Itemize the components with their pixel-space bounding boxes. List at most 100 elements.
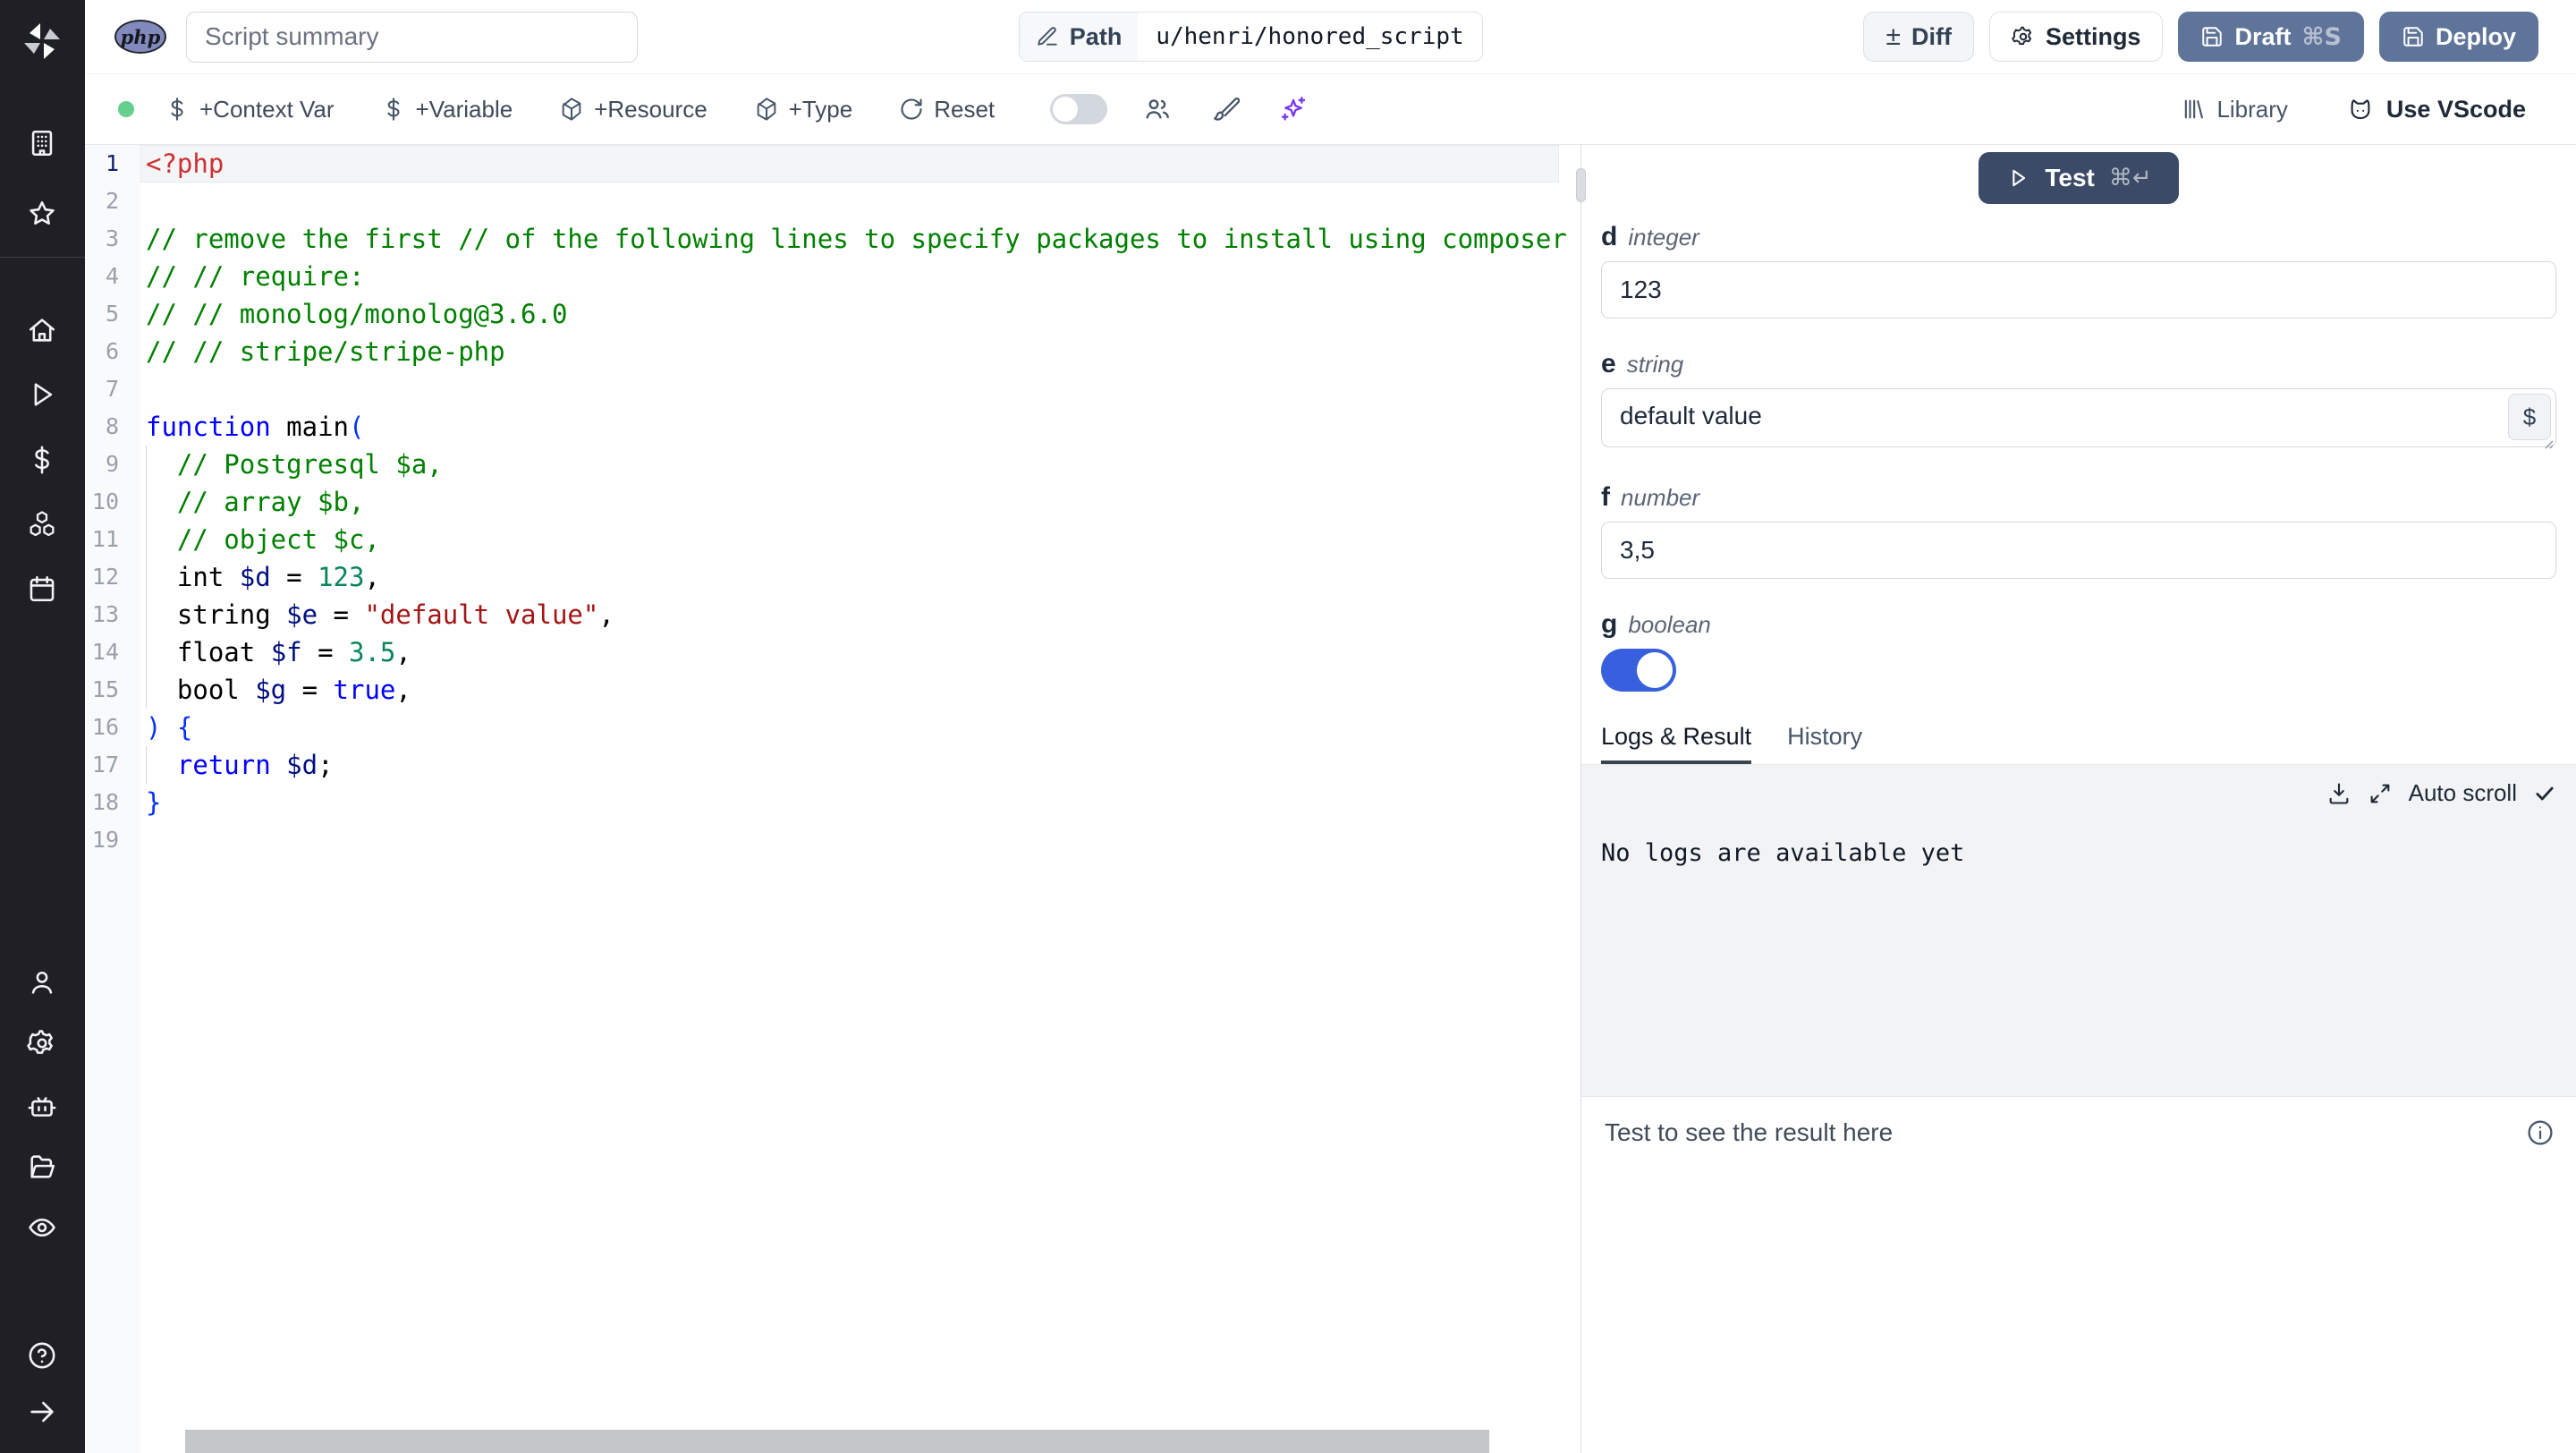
tab-logs-result[interactable]: Logs & Result	[1601, 709, 1751, 764]
script-summary-input[interactable]	[186, 11, 638, 63]
code-text[interactable]: int $d = 123,	[140, 558, 380, 596]
field-g: g boolean	[1601, 609, 2556, 692]
resize-handle-icon[interactable]	[2540, 436, 2555, 450]
code-text[interactable]: // // monolog/monolog@3.6.0	[140, 295, 567, 333]
arg-type: boolean	[1628, 611, 1711, 638]
code-line-12[interactable]: 12 int $d = 123,	[85, 558, 1580, 596]
code-line-18[interactable]: 18}	[85, 784, 1580, 821]
code-text[interactable]: // // stripe/stripe-php	[140, 333, 505, 370]
settings-gear-icon[interactable]	[27, 1028, 57, 1058]
add-context-var-button[interactable]: +Context Var	[165, 96, 335, 123]
path-group[interactable]: Path u/henri/honored_script	[1018, 12, 1483, 62]
expand-logs-icon[interactable]	[2368, 781, 2393, 806]
code-line-4[interactable]: 4 // // require:	[85, 258, 1580, 295]
insert-variable-button[interactable]: $	[2508, 394, 2551, 440]
code-text[interactable]	[140, 183, 146, 220]
folders-icon[interactable]	[27, 1151, 57, 1182]
code-text[interactable]: }	[140, 784, 161, 821]
code-text[interactable]: // array $b,	[140, 483, 364, 521]
left-sidebar	[0, 0, 85, 1453]
reset-button[interactable]: Reset	[899, 96, 995, 123]
expand-sidebar-arrow-icon[interactable]	[27, 1397, 57, 1427]
panel-resize-handle[interactable]	[1576, 168, 1586, 202]
horizontal-scrollbar[interactable]	[185, 1430, 1489, 1453]
code-text[interactable]: float $f = 3.5,	[140, 633, 411, 671]
arg-d-input[interactable]	[1601, 261, 2556, 319]
workers-robot-icon[interactable]	[27, 1091, 57, 1121]
tab-history[interactable]: History	[1787, 709, 1862, 764]
home-icon[interactable]	[27, 315, 57, 345]
code-line-2[interactable]: 2	[85, 183, 1580, 220]
resources-cubes-icon[interactable]	[27, 509, 57, 540]
schedules-calendar-icon[interactable]	[27, 574, 57, 604]
draft-button[interactable]: Draft ⌘S	[2178, 12, 2364, 62]
code-text[interactable]: function main(	[140, 408, 364, 446]
code-line-17[interactable]: 17 return $d;	[85, 746, 1580, 784]
arg-f-input[interactable]	[1601, 522, 2556, 579]
code-text[interactable]: // object $c,	[140, 521, 380, 558]
code-line-13[interactable]: 13 string $e = "default value",	[85, 596, 1580, 633]
add-type-button[interactable]: +Type	[754, 96, 852, 123]
line-number: 8	[105, 413, 119, 439]
add-variable-button[interactable]: +Variable	[381, 96, 513, 123]
line-number: 10	[91, 489, 119, 514]
sidebar-divider	[0, 257, 85, 258]
code-line-10[interactable]: 10 // array $b,	[85, 483, 1580, 521]
workspace-icon[interactable]	[27, 128, 57, 158]
auto-scroll-label[interactable]: Auto scroll	[2409, 779, 2517, 807]
download-logs-icon[interactable]	[2326, 781, 2351, 806]
top-bar: php Path u/henri/honored_script	[85, 0, 2576, 74]
code-line-5[interactable]: 5 // // monolog/monolog@3.6.0	[85, 295, 1580, 333]
runs-play-icon[interactable]	[27, 379, 57, 410]
info-icon[interactable]	[2526, 1118, 2555, 1147]
add-resource-button[interactable]: +Resource	[559, 96, 708, 123]
code-text[interactable]: string $e = "default value",	[140, 596, 614, 633]
result-tabs: Logs & Result History	[1581, 709, 2576, 765]
code-line-16[interactable]: 16) {	[85, 709, 1580, 746]
windmill-logo[interactable]	[21, 20, 64, 63]
code-line-11[interactable]: 11 // object $c,	[85, 521, 1580, 558]
library-button[interactable]: Library	[2181, 96, 2288, 123]
arg-g-toggle[interactable]	[1601, 649, 1676, 692]
line-number: 3	[105, 225, 119, 251]
settings-button[interactable]: Settings	[1988, 12, 2164, 62]
code-text[interactable]: <?php	[140, 145, 224, 183]
code-line-9[interactable]: 9 // Postgresql $a,	[85, 446, 1580, 483]
code-line-8[interactable]: 8 function main(	[85, 408, 1580, 446]
code-text[interactable]: // Postgresql $a,	[140, 446, 443, 483]
code-text[interactable]	[140, 370, 146, 408]
auto-scroll-check-icon[interactable]	[2533, 782, 2556, 805]
arg-name: d	[1601, 222, 1618, 251]
help-question-icon[interactable]	[27, 1340, 57, 1371]
code-text[interactable]	[140, 821, 146, 859]
test-button[interactable]: Test ⌘↵	[1979, 152, 2179, 204]
code-line-7[interactable]: 7	[85, 370, 1580, 408]
audit-eye-icon[interactable]	[27, 1212, 57, 1243]
multiplayer-users-icon[interactable]	[1143, 95, 1172, 123]
editor-toggle[interactable]	[1050, 94, 1108, 124]
save-icon	[2200, 25, 2224, 48]
code-text[interactable]: // // require:	[140, 258, 364, 295]
line-number: 5	[105, 301, 119, 327]
ai-sparkles-icon[interactable]	[1279, 95, 1308, 123]
code-text[interactable]: ) {	[140, 709, 192, 746]
code-editor[interactable]: 1 <?php 2 3 // remove the first // of the fo…	[85, 145, 1580, 1453]
code-text[interactable]: // remove the first // of the following …	[140, 220, 1567, 258]
favorites-star-icon[interactable]	[27, 199, 57, 229]
arg-e-textarea[interactable]: default value	[1601, 388, 2556, 447]
code-line-6[interactable]: 6 // // stripe/stripe-php	[85, 333, 1580, 370]
code-text[interactable]: return $d;	[140, 746, 334, 784]
code-line-3[interactable]: 3 // remove the first // of the following…	[85, 220, 1580, 258]
code-text[interactable]: bool $g = true,	[140, 671, 411, 709]
variables-dollar-icon[interactable]	[27, 445, 57, 475]
deploy-button[interactable]: Deploy	[2378, 12, 2538, 62]
code-line-15[interactable]: 15 bool $g = true,	[85, 671, 1580, 709]
diff-button[interactable]: ± Diff	[1863, 12, 1974, 62]
line-number: 19	[91, 827, 119, 853]
code-line-1[interactable]: 1 <?php	[85, 145, 1580, 183]
code-line-19[interactable]: 19	[85, 821, 1580, 859]
format-brush-icon[interactable]	[1211, 95, 1241, 123]
code-line-14[interactable]: 14 float $f = 3.5,	[85, 633, 1580, 671]
use-vscode-button[interactable]: Use VScode	[2347, 96, 2526, 123]
users-person-icon[interactable]	[27, 967, 57, 998]
